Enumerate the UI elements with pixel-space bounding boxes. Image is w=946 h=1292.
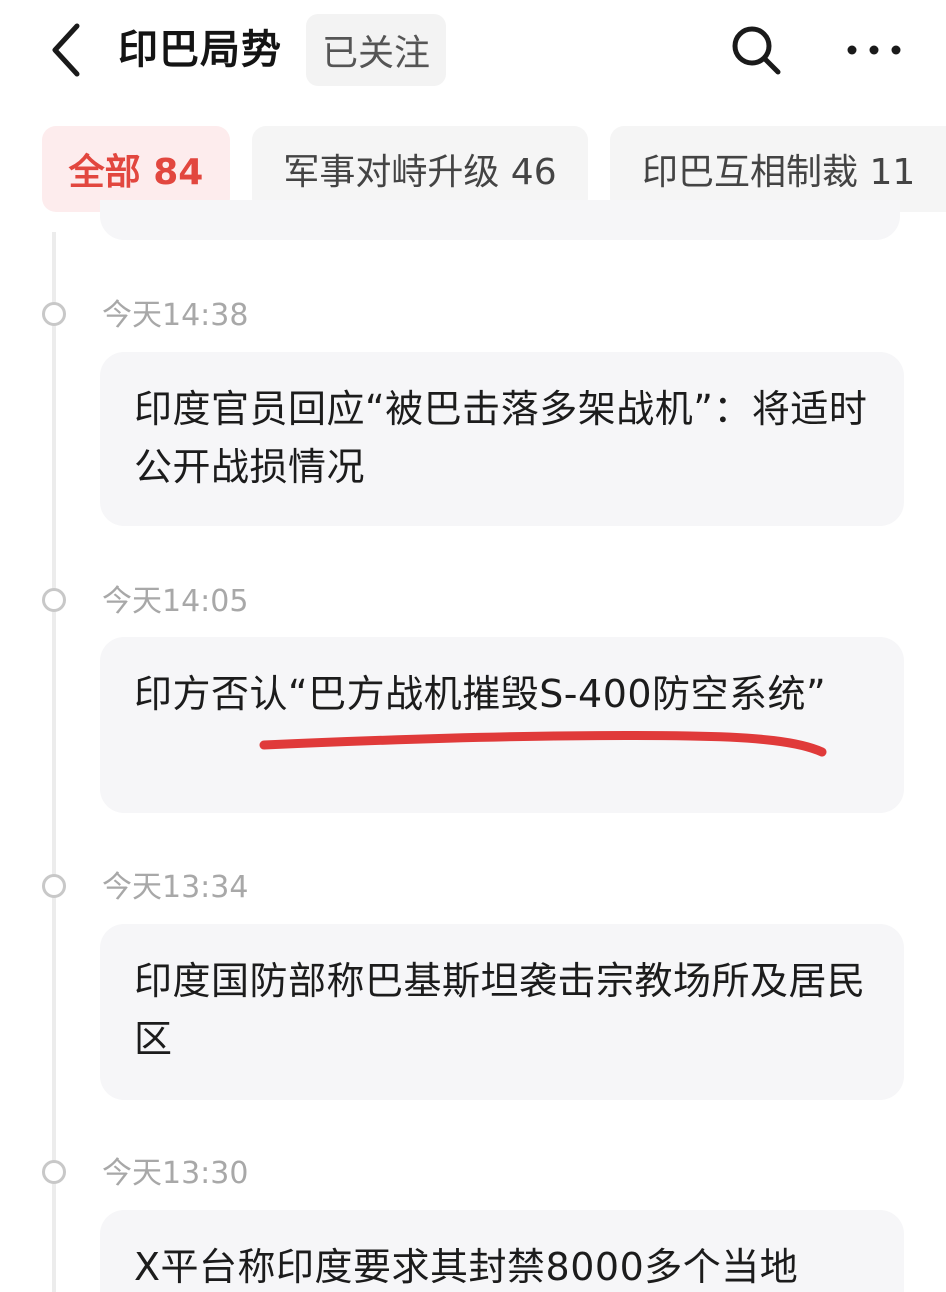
timeline-dot (42, 588, 66, 612)
more-button[interactable] (838, 18, 910, 82)
news-headline: 印度官员回应“被巴击落多架战机”：将适时公开战损情况 (134, 387, 868, 489)
news-headline: X平台称印度要求其封禁8000多个当地 (134, 1245, 799, 1289)
news-card[interactable]: 印方否认“巴方战机摧毁S-400防空系统” (100, 637, 904, 813)
timeline-dot (42, 1160, 66, 1184)
back-button[interactable] (38, 18, 94, 82)
news-headline: 印度国防部称巴基斯坦袭击宗教场所及居民区 (134, 959, 866, 1061)
news-card[interactable]: X平台称印度要求其封禁8000多个当地 (100, 1210, 904, 1292)
chevron-left-icon (52, 23, 80, 77)
timeline-time: 今天13:30 (102, 1156, 249, 1191)
timeline-time: 今天14:38 (102, 298, 249, 333)
timeline-line (52, 232, 56, 1292)
more-horizontal-icon (847, 45, 901, 55)
follow-button[interactable]: 已关注 (306, 14, 446, 86)
app-screen: 印巴局势 已关注 全部 84 军事对峙升级 46 印巴互相制裁 11 今天14:… (0, 0, 946, 1292)
timeline-dot (42, 302, 66, 326)
timeline-dot (42, 874, 66, 898)
news-card[interactable]: 印度官员回应“被巴击落多架战机”：将适时公开战损情况 (100, 352, 904, 526)
search-icon (732, 26, 781, 75)
page-title: 印巴局势 (118, 27, 282, 73)
timeline-time: 今天14:05 (102, 584, 249, 619)
top-bar: 印巴局势 已关注 (0, 0, 946, 100)
news-headline: 印方否认“巴方战机摧毁S-400防空系统” (134, 672, 827, 716)
timeline-time: 今天13:34 (102, 870, 249, 905)
previous-card-edge (100, 200, 900, 240)
search-button[interactable] (724, 18, 788, 82)
news-card[interactable]: 印度国防部称巴基斯坦袭击宗教场所及居民区 (100, 924, 904, 1100)
